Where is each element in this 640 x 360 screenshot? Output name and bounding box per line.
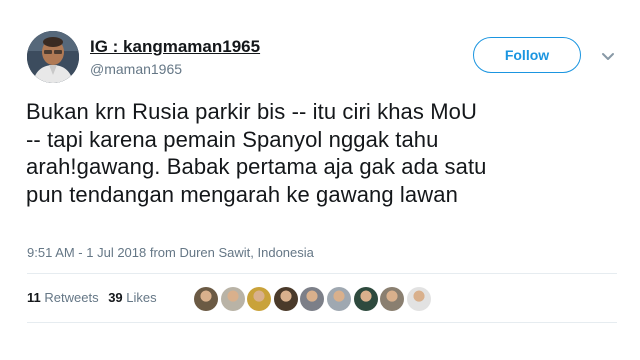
likes-stat[interactable]: 39 Likes <box>108 290 156 305</box>
divider <box>27 322 617 323</box>
liker-avatar[interactable] <box>273 287 298 311</box>
liker-avatars <box>194 287 433 311</box>
tweet-text: Bukan krn Rusia parkir bis -- itu ciri k… <box>26 98 626 208</box>
chevron-down-icon[interactable] <box>601 52 615 62</box>
tweet-text-line: arah!gawang. Babak pertama aja gak ada s… <box>26 154 487 179</box>
tweet-text-line: pun tendangan mengarah ke gawang lawan <box>26 181 458 207</box>
tweet-text-line: -- tapi karena pemain Spanyol nggak tahu <box>26 126 439 152</box>
retweets-count: 11 <box>27 290 41 305</box>
user-display-name[interactable]: IG : kangmaman1965 <box>90 37 260 57</box>
liker-avatar[interactable] <box>380 287 405 311</box>
tweet-card: IG : kangmaman1965 @maman1965 Follow Buk… <box>0 0 640 360</box>
liker-avatar[interactable] <box>406 287 431 311</box>
liker-avatar[interactable] <box>353 287 378 311</box>
liker-avatar[interactable] <box>194 287 218 311</box>
liker-avatar[interactable] <box>220 287 245 311</box>
likes-label: Likes <box>126 290 157 305</box>
user-avatar-image <box>27 31 79 83</box>
user-handle[interactable]: @maman1965 <box>90 61 182 77</box>
tweet-timestamp[interactable]: 9:51 AM - 1 Jul 2018 from Duren Sawit, I… <box>27 245 314 260</box>
retweets-stat[interactable]: 11 Retweets <box>27 290 99 305</box>
divider <box>27 273 617 274</box>
liker-avatar[interactable] <box>326 287 351 311</box>
user-avatar[interactable] <box>27 31 79 83</box>
liker-avatar[interactable] <box>300 287 325 311</box>
tweet-text-line: Bukan krn Rusia parkir bis -- itu ciri k… <box>26 99 477 124</box>
likes-count: 39 <box>108 290 123 305</box>
liker-avatar[interactable] <box>247 287 272 311</box>
follow-button[interactable]: Follow <box>473 37 581 73</box>
retweets-label: Retweets <box>44 290 99 305</box>
tweet-stats: 11 Retweets 39 Likes <box>27 290 163 305</box>
